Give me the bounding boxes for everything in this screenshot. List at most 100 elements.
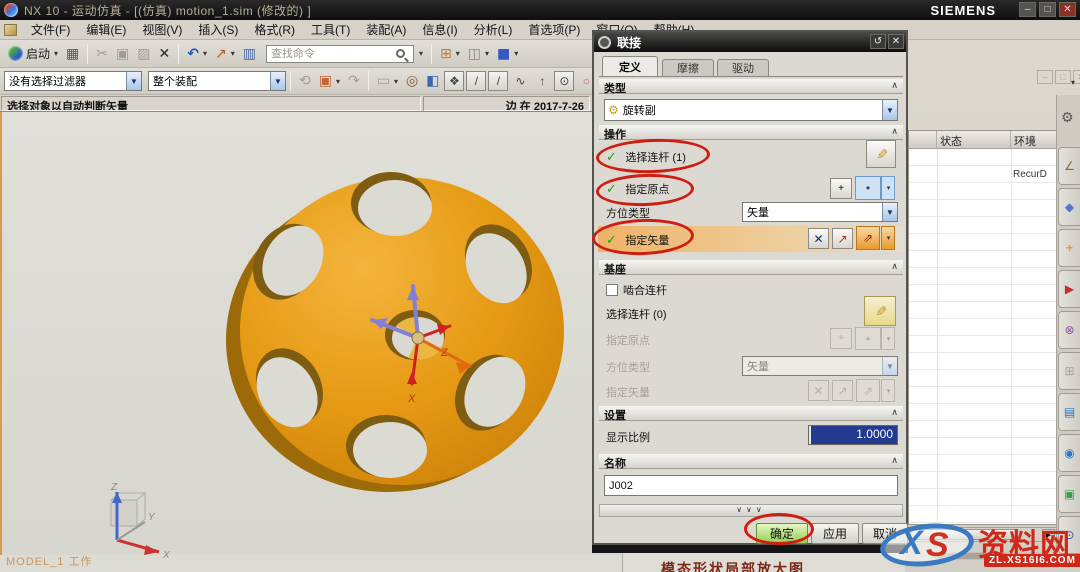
collapse-icon[interactable]: ∧ bbox=[891, 455, 898, 466]
tab-friction[interactable]: 摩擦 bbox=[662, 59, 714, 76]
display-scale-field[interactable]: 1.0000 bbox=[808, 425, 898, 445]
orientation-type-dropdown[interactable]: 矢量 ▼ bbox=[742, 202, 898, 222]
section-base-header[interactable]: 基座 ∧ bbox=[599, 260, 903, 275]
tab-driver[interactable]: 驱动 bbox=[717, 59, 769, 76]
section-type-header[interactable]: 类型 ∧ bbox=[599, 79, 903, 94]
shaded-view-button[interactable]: ■▾ bbox=[493, 45, 522, 63]
base-point-options-dropdown[interactable]: ▾ bbox=[881, 327, 895, 350]
clipboard-button[interactable]: ▥ bbox=[239, 45, 260, 63]
point-dialog-button[interactable]: + bbox=[830, 178, 852, 199]
vector-options-dropdown[interactable]: ▾ bbox=[881, 226, 895, 250]
start-button[interactable]: 启动 ▾ bbox=[4, 43, 62, 64]
point-options-dropdown[interactable]: ▾ bbox=[881, 176, 895, 200]
collapse-icon[interactable]: ∧ bbox=[891, 407, 898, 418]
vector-dialog-button[interactable]: ↗ bbox=[832, 228, 853, 249]
snap-link-checkbox[interactable] bbox=[606, 284, 618, 296]
tab-definition[interactable]: 定义 bbox=[602, 56, 658, 76]
base-select-link-label[interactable]: 选择连杆 (0) bbox=[606, 306, 667, 322]
section-name-header[interactable]: 名称 ∧ bbox=[599, 454, 903, 469]
select-link-button[interactable]: ✎ bbox=[866, 140, 896, 168]
column-status[interactable]: 状态 bbox=[937, 131, 1011, 148]
joint-type-dropdown[interactable]: ⚙ 旋转副 ▼ bbox=[604, 99, 898, 121]
menu-edit[interactable]: 编辑(E) bbox=[78, 19, 134, 40]
base-orientation-type-dropdown[interactable]: 矢量 ▼ bbox=[742, 356, 898, 376]
selection-filter-combo[interactable]: 没有选择过滤器 ▼ bbox=[4, 71, 142, 91]
base-point-dialog-button[interactable]: + bbox=[830, 328, 852, 349]
tab-motion-navigator[interactable]: ▶ bbox=[1058, 270, 1080, 308]
collapse-icon[interactable]: ∧ bbox=[891, 261, 898, 272]
menu-format[interactable]: 格式(R) bbox=[246, 19, 303, 40]
select-rect-button[interactable]: ▭▾ bbox=[373, 72, 402, 90]
menu-information[interactable]: 信息(I) bbox=[414, 19, 465, 40]
snap-curve-button[interactable]: ↷ bbox=[344, 72, 364, 90]
snap-spline-button[interactable]: ∿ bbox=[510, 71, 530, 91]
tab-simulation-navigator[interactable]: ⊗ bbox=[1058, 311, 1080, 349]
more-options-bar[interactable]: ∨∨∨ bbox=[599, 504, 903, 517]
snap-point-dropdown[interactable]: ▣▾ bbox=[315, 72, 344, 90]
tab-reuse-library[interactable]: ⊞ bbox=[1058, 352, 1080, 390]
snap-point-on-curve-button[interactable]: ❖ bbox=[444, 71, 464, 91]
base-inverse-vector-button[interactable]: ✕ bbox=[808, 380, 829, 401]
dialog-close-button[interactable]: ✕ bbox=[888, 34, 904, 49]
snap-endpoint-button[interactable]: / bbox=[466, 71, 486, 91]
column-environment[interactable]: 环境 bbox=[1011, 131, 1056, 148]
orient-view-button[interactable]: ↗▾ bbox=[211, 45, 239, 63]
point-button[interactable]: • bbox=[855, 176, 881, 200]
snap-midpoint-button[interactable]: / bbox=[488, 71, 508, 91]
apply-button[interactable]: 应用 bbox=[811, 523, 859, 544]
tab-help-library[interactable]: ▤ bbox=[1058, 393, 1080, 431]
snap-angle-button[interactable]: ⟲ bbox=[295, 72, 315, 90]
doc-restore-button[interactable]: □ bbox=[1055, 70, 1071, 84]
snap-link-row[interactable]: 啮合连杆 bbox=[606, 282, 667, 298]
menu-assemblies[interactable]: 装配(A) bbox=[358, 19, 414, 40]
section-action-header[interactable]: 操作 ∧ bbox=[599, 125, 903, 140]
section-settings-header[interactable]: 设置 ∧ bbox=[599, 406, 903, 421]
tab-assembly-navigator[interactable]: ◆ bbox=[1058, 188, 1080, 226]
selection-scope-combo[interactable]: 整个装配 ▼ bbox=[148, 71, 286, 91]
highlight-button[interactable]: ◎ bbox=[402, 72, 422, 90]
tab-datum-tools[interactable]: ∠ bbox=[1058, 147, 1080, 185]
snap-arc-center-button[interactable]: ⊙ bbox=[554, 71, 574, 91]
doc-minimize-button[interactable]: – bbox=[1037, 70, 1053, 84]
menu-file[interactable]: 文件(F) bbox=[23, 19, 78, 40]
base-point-button[interactable]: • bbox=[855, 327, 881, 350]
tab-constraint-navigator[interactable]: + bbox=[1058, 229, 1080, 267]
tab-history-palette[interactable]: ▣ bbox=[1058, 475, 1080, 513]
tab-web-browser[interactable]: ◉ bbox=[1058, 434, 1080, 472]
inverse-vector-button[interactable]: ✕ bbox=[808, 228, 829, 249]
undo-button[interactable]: ↶▾ bbox=[183, 45, 211, 63]
gear-icon[interactable]: ⚙ bbox=[1061, 109, 1074, 126]
cut-button[interactable]: ✂ bbox=[92, 45, 112, 63]
window-layout-button[interactable]: ⊞▾ bbox=[436, 45, 464, 63]
navigator-table[interactable]: 状态 环境 RecurD bbox=[908, 130, 1057, 525]
base-vector-button[interactable]: ⇗ bbox=[856, 379, 880, 402]
render-style-button[interactable]: ◫▾ bbox=[464, 45, 493, 63]
vector-button[interactable]: ⇗ bbox=[856, 226, 880, 250]
save-button[interactable]: ▦ bbox=[62, 45, 83, 63]
minimize-button[interactable]: – bbox=[1019, 2, 1036, 17]
menu-preferences[interactable]: 首选项(P) bbox=[520, 19, 588, 40]
menu-view[interactable]: 视图(V) bbox=[134, 19, 190, 40]
collapse-icon[interactable]: ∧ bbox=[891, 126, 898, 137]
search-input[interactable] bbox=[266, 45, 414, 63]
snap-pole-button[interactable]: ↑ bbox=[532, 71, 552, 91]
joint-name-input[interactable]: J002 bbox=[604, 475, 898, 496]
table-cell[interactable]: RecurD bbox=[1013, 169, 1047, 180]
shaded-object-button[interactable]: ◧ bbox=[422, 72, 443, 90]
menu-insert[interactable]: 插入(S) bbox=[190, 19, 246, 40]
paste-button[interactable]: ▨ bbox=[133, 45, 154, 63]
delete-button[interactable]: ✕ bbox=[154, 45, 174, 63]
base-vector-options-dropdown[interactable]: ▾ bbox=[881, 379, 895, 402]
menu-tools[interactable]: 工具(T) bbox=[303, 19, 358, 40]
menu-analysis[interactable]: 分析(L) bbox=[466, 19, 521, 40]
dialog-title-bar[interactable]: 联接 ↺ ✕ bbox=[594, 32, 906, 52]
restore-button[interactable]: □ bbox=[1039, 2, 1056, 17]
chevron-down-icon[interactable]: ▾ bbox=[1071, 78, 1075, 87]
close-button[interactable]: ✕ bbox=[1059, 2, 1076, 17]
base-select-link-button[interactable]: ✎ bbox=[864, 296, 896, 326]
copy-button[interactable]: ▣ bbox=[112, 45, 133, 63]
wheel-graphic[interactable]: Z X bbox=[212, 150, 592, 512]
collapse-icon[interactable]: ∧ bbox=[891, 80, 898, 91]
base-vector-dialog-button[interactable]: ↗ bbox=[832, 380, 853, 401]
dialog-reset-button[interactable]: ↺ bbox=[870, 34, 886, 49]
